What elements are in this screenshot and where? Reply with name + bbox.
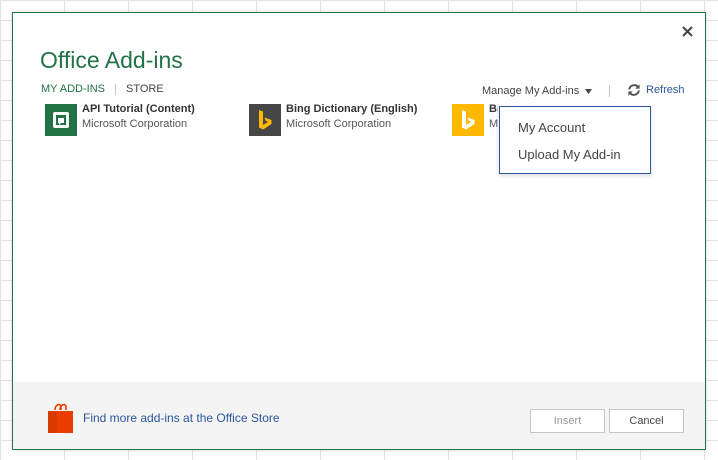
cancel-button[interactable]: Cancel	[609, 409, 684, 433]
chevron-down-icon	[585, 88, 593, 94]
manage-label: Manage My Add-ins	[482, 85, 580, 97]
office-store-bag-icon	[48, 403, 73, 433]
tab-bar: MY ADD-INS STORE	[41, 83, 164, 95]
addin-api-tutorial[interactable]: API Tutorial (Content) Microsoft Corpora…	[45, 103, 195, 136]
addin-bing-partial[interactable]: Bi M	[452, 104, 498, 136]
close-icon	[681, 25, 693, 37]
addin-name: API Tutorial (Content)	[82, 103, 195, 115]
tab-my-add-ins[interactable]: MY ADD-INS	[41, 83, 105, 95]
close-button[interactable]	[679, 23, 695, 39]
addin-bing-dictionary[interactable]: Bing Dictionary (English) Microsoft Corp…	[249, 103, 418, 136]
api-tutorial-icon	[45, 104, 77, 136]
dialog-title: Office Add-ins	[40, 47, 183, 73]
addin-publisher: M	[489, 118, 498, 130]
addin-publisher: Microsoft Corporation	[82, 118, 188, 130]
store-link-label: Find more add-ins at the Office Store	[83, 411, 280, 425]
refresh-label: Refresh	[646, 84, 685, 96]
office-addins-dialog: Office Add-ins MY ADD-INS STORE Manage M…	[12, 12, 706, 450]
manage-dropdown-menu: My Account Upload My Add-in	[499, 106, 651, 174]
addin-publisher: Microsoft Corporation	[286, 118, 392, 130]
menu-item-upload-my-add-in[interactable]: Upload My Add-in	[518, 147, 621, 162]
office-store-link[interactable]: Find more add-ins at the Office Store	[47, 402, 280, 434]
manage-my-add-ins-dropdown[interactable]: Manage My Add-ins	[482, 85, 593, 97]
bing-icon	[452, 104, 484, 136]
addin-name: Bing Dictionary (English)	[286, 103, 418, 115]
addin-name: Bi	[489, 104, 498, 115]
tab-divider	[114, 83, 116, 95]
menu-item-my-account[interactable]: My Account	[518, 120, 585, 135]
bing-icon	[249, 104, 281, 136]
insert-button[interactable]: Insert	[530, 409, 605, 433]
tab-store[interactable]: STORE	[126, 83, 164, 95]
refresh-icon	[628, 84, 640, 96]
refresh-button[interactable]: Refresh	[627, 83, 685, 97]
toolbar-divider	[609, 85, 610, 97]
dialog-footer: Find more add-ins at the Office Store In…	[13, 382, 705, 449]
